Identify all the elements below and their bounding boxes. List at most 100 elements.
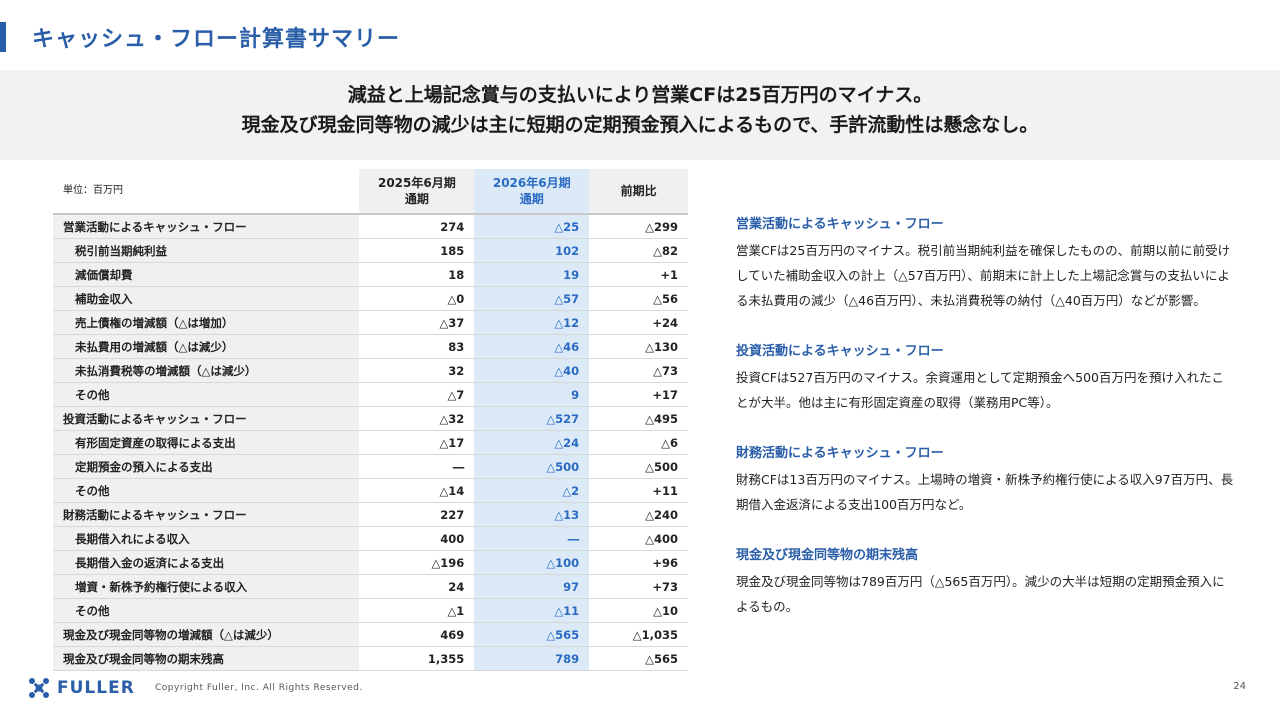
value-diff: +73 [589, 574, 688, 599]
table-row: 補助金収入 △0 △57 △56 [53, 286, 688, 311]
row-label: 未払費用の増減額（△は減少） [53, 334, 360, 359]
section-body: 財務CFは13百万円のマイナス。上場時の増資・新株予約権行使による収入97百万円… [736, 472, 1234, 512]
table-row: 現金及び現金同等物の増減額（△は減少） 469 △565 △1,035 [53, 622, 688, 647]
value-prev: 400 [359, 526, 475, 551]
section-financing: 財務活動によるキャッシュ・フロー 財務CFは13百万円のマイナス。上場時の増資・… [736, 441, 1236, 517]
value-prev: ― [359, 454, 475, 479]
value-prev: 32 [359, 358, 475, 383]
value-diff: △82 [589, 238, 688, 263]
value-prev: 1,355 [359, 646, 475, 671]
value-cur: △11 [474, 598, 590, 623]
value-prev: △37 [359, 310, 475, 335]
row-label: 投資活動によるキャッシュ・フロー [53, 406, 360, 431]
value-cur: △46 [474, 334, 590, 359]
value-diff: +24 [589, 310, 688, 335]
value-diff: △130 [589, 334, 688, 359]
row-label: 税引前当期純利益 [53, 238, 360, 263]
value-cur: △57 [474, 286, 590, 311]
row-label: 未払消費税等の増減額（△は減少） [53, 358, 360, 383]
row-label: その他 [53, 598, 360, 623]
value-prev: 18 [359, 262, 475, 287]
row-label: 増資・新株予約権行使による収入 [53, 574, 360, 599]
value-cur: △12 [474, 310, 590, 335]
headline-banner: 減益と上場記念賞与の支払いにより営業CFは25百万円のマイナス。 現金及び現金同… [0, 70, 1280, 160]
value-prev: △14 [359, 478, 475, 503]
fuller-logo-icon [29, 678, 49, 698]
row-label: 現金及び現金同等物の期末残高 [53, 646, 360, 671]
table-row: 現金及び現金同等物の期末残高 1,355 789 △565 [53, 646, 688, 671]
table-row: 長期借入金の返済による支出 △196 △100 +96 [53, 550, 688, 575]
row-label: 補助金収入 [53, 286, 360, 311]
logo-text: FULLER [57, 678, 135, 698]
table-row: 売上債権の増減額（△は増加） △37 △12 +24 [53, 310, 688, 335]
value-diff: +1 [589, 262, 688, 287]
section-title: 現金及び現金同等物の期末残高 [736, 548, 919, 563]
row-label: その他 [53, 382, 360, 407]
value-diff: +96 [589, 550, 688, 575]
title-accent-bar [0, 22, 6, 52]
table-row: その他 △7 9 +17 [53, 382, 688, 407]
value-cur: △13 [474, 502, 590, 527]
value-cur: △500 [474, 454, 590, 479]
value-cur: △100 [474, 550, 590, 575]
value-prev: △17 [359, 430, 475, 455]
col-header-diff: 前期比 [589, 169, 688, 214]
table-row: 投資活動によるキャッシュ・フロー △32 △527 △495 [53, 406, 688, 431]
title-bar: キャッシュ・フロー計算書サマリー [0, 22, 400, 52]
row-label: 長期借入金の返済による支出 [53, 550, 360, 575]
section-title: 投資活動によるキャッシュ・フロー [736, 344, 944, 359]
value-cur: △24 [474, 430, 590, 455]
value-cur: △2 [474, 478, 590, 503]
value-prev: △32 [359, 406, 475, 431]
section-body: 現金及び現金同等物は789百万円（△565百万円）。減少の大半は短期の定期預金預… [736, 574, 1225, 614]
commentary: 営業活動によるキャッシュ・フロー 営業CFは25百万円のマイナス。税引前当期純利… [736, 212, 1236, 645]
headline-line-1: 減益と上場記念賞与の支払いにより営業CFは25百万円のマイナス。 [347, 84, 933, 106]
table-row: 営業活動によるキャッシュ・フロー 274 △25 △299 [53, 213, 688, 239]
page-title: キャッシュ・フロー計算書サマリー [32, 27, 401, 52]
value-cur: ― [474, 526, 590, 551]
footer-logo: FULLER [28, 677, 135, 699]
table-header-row: 単位：百万円 2025年6月期 通期 2026年6月期 通期 前期比 [53, 169, 688, 214]
value-diff: +17 [589, 382, 688, 407]
value-diff: △240 [589, 502, 688, 527]
unit-label: 単位：百万円 [53, 169, 360, 214]
headline-line-2: 現金及び現金同等物の減少は主に短期の定期預金預入によるもので、手許流動性は懸念な… [241, 114, 1039, 136]
page-number: 24 [1233, 681, 1246, 692]
table-row: 有形固定資産の取得による支出 △17 △24 △6 [53, 430, 688, 455]
row-label: 財務活動によるキャッシュ・フロー [53, 502, 360, 527]
row-label: 長期借入れによる収入 [53, 526, 360, 551]
row-label: 有形固定資産の取得による支出 [53, 430, 360, 455]
table-body: 営業活動によるキャッシュ・フロー 274 △25 △299 税引前当期純利益 185 102… [53, 213, 688, 671]
row-label: 売上債権の増減額（△は増加） [53, 310, 360, 335]
value-diff: △500 [589, 454, 688, 479]
value-cur: △565 [474, 622, 590, 647]
value-diff: △565 [589, 646, 688, 671]
value-diff: △56 [589, 286, 688, 311]
value-diff: △73 [589, 358, 688, 383]
table-row: 未払消費税等の増減額（△は減少） 32 △40 △73 [53, 358, 688, 383]
value-prev: 227 [359, 502, 475, 527]
section-investing: 投資活動によるキャッシュ・フロー 投資CFは527百万円のマイナス。余資運用とし… [736, 339, 1236, 415]
col-header-cur: 2026年6月期 通期 [474, 169, 590, 214]
section-cash-balance: 現金及び現金同等物の期末残高 現金及び現金同等物は789百万円（△565百万円）… [736, 543, 1236, 619]
section-body: 投資CFは527百万円のマイナス。余資運用として定期預金へ500百万円を預け入れ… [736, 370, 1225, 410]
row-label: その他 [53, 478, 360, 503]
value-cur: 97 [474, 574, 590, 599]
value-diff: +11 [589, 478, 688, 503]
copyright: Copyright Fuller, Inc. All Rights Reserv… [155, 683, 363, 693]
value-diff: △1,035 [589, 622, 688, 647]
value-prev: 24 [359, 574, 475, 599]
table-row: 増資・新株予約権行使による収入 24 97 +73 [53, 574, 688, 599]
value-prev: △1 [359, 598, 475, 623]
value-prev: 185 [359, 238, 475, 263]
value-prev: 83 [359, 334, 475, 359]
table-row: 定期預金の預入による支出 ― △500 △500 [53, 454, 688, 479]
row-label: 減価償却費 [53, 262, 360, 287]
value-prev: 274 [359, 213, 475, 239]
row-label: 営業活動によるキャッシュ・フロー [53, 213, 360, 239]
row-label: 定期預金の預入による支出 [53, 454, 360, 479]
value-prev: 469 [359, 622, 475, 647]
value-diff: △6 [589, 430, 688, 455]
table-row: 税引前当期純利益 185 102 △82 [53, 238, 688, 263]
value-diff: △400 [589, 526, 688, 551]
